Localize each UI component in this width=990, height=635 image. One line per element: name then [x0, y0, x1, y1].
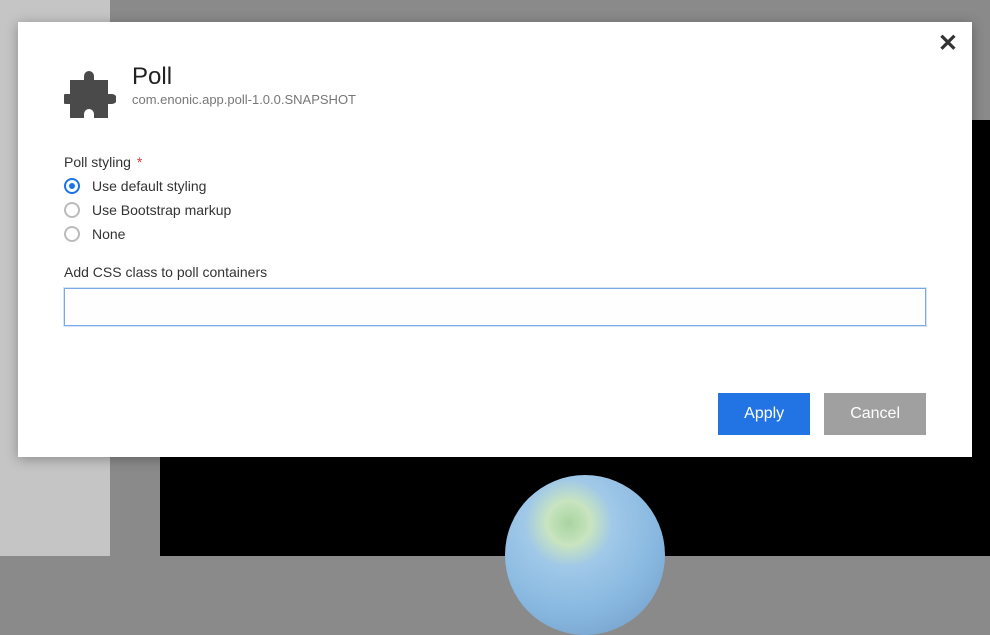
modal-title-block: Poll com.enonic.app.poll-1.0.0.SNAPSHOT: [132, 64, 356, 107]
radio-label: Use default styling: [92, 178, 206, 194]
close-icon[interactable]: ✕: [938, 32, 958, 56]
apply-button[interactable]: Apply: [718, 393, 810, 435]
required-indicator: *: [137, 154, 142, 170]
background-map-circle: [505, 475, 665, 635]
radio-label: Use Bootstrap markup: [92, 202, 231, 218]
modal-header: Poll com.enonic.app.poll-1.0.0.SNAPSHOT: [18, 22, 972, 118]
radio-option-bootstrap[interactable]: Use Bootstrap markup: [64, 202, 926, 218]
modal-footer: Apply Cancel: [718, 393, 926, 435]
radio-option-default[interactable]: Use default styling: [64, 178, 926, 194]
poll-styling-label: Poll styling *: [64, 154, 926, 170]
radio-icon: [64, 178, 80, 194]
radio-option-none[interactable]: None: [64, 226, 926, 242]
modal-subtitle: com.enonic.app.poll-1.0.0.SNAPSHOT: [132, 92, 356, 107]
radio-icon: [64, 202, 80, 218]
poll-styling-radio-group: Use default styling Use Bootstrap markup…: [64, 178, 926, 242]
puzzle-piece-icon: [64, 66, 116, 118]
radio-label: None: [92, 226, 125, 242]
css-class-label: Add CSS class to poll containers: [64, 264, 926, 280]
config-modal: ✕ Poll com.enonic.app.poll-1.0.0.SNAPSHO…: [18, 22, 972, 457]
cancel-button[interactable]: Cancel: [824, 393, 926, 435]
css-class-input[interactable]: [64, 288, 926, 326]
poll-styling-label-text: Poll styling: [64, 154, 131, 170]
modal-body: Poll styling * Use default styling Use B…: [18, 118, 972, 326]
modal-title: Poll: [132, 64, 356, 90]
radio-icon: [64, 226, 80, 242]
